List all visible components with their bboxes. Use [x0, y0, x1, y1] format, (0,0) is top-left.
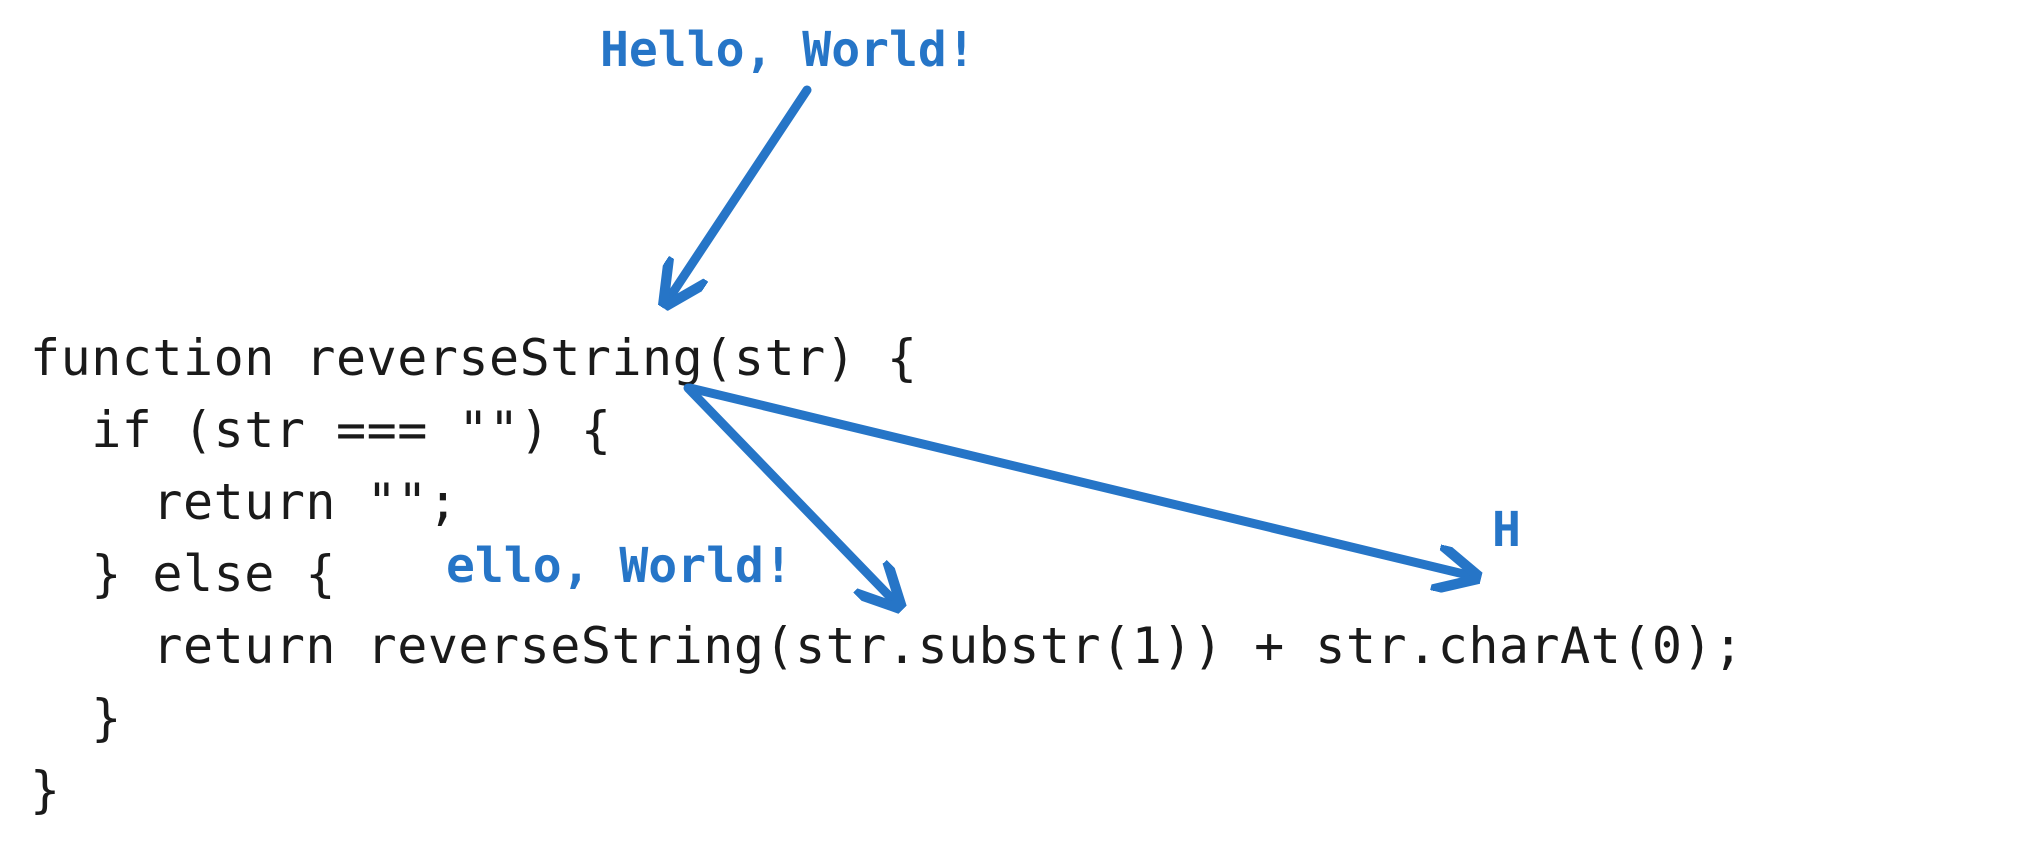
- code-block: function reverseString(str) { if (str ==…: [30, 322, 1744, 826]
- code-line-4: } else {: [30, 545, 336, 603]
- code-line-1: function reverseString(str) {: [30, 329, 917, 387]
- code-line-7: }: [30, 761, 61, 819]
- code-line-3: return "";: [30, 473, 458, 531]
- code-line-6: }: [30, 689, 122, 747]
- arrow-top-to-param: [668, 90, 807, 300]
- annotation-top: Hello, World!: [600, 22, 976, 78]
- diagram-canvas: Hello, World! ello, World! H function re…: [0, 0, 2028, 860]
- code-line-5: return reverseString(str.substr(1)) + st…: [30, 617, 1744, 675]
- code-line-2: if (str === "") {: [30, 401, 611, 459]
